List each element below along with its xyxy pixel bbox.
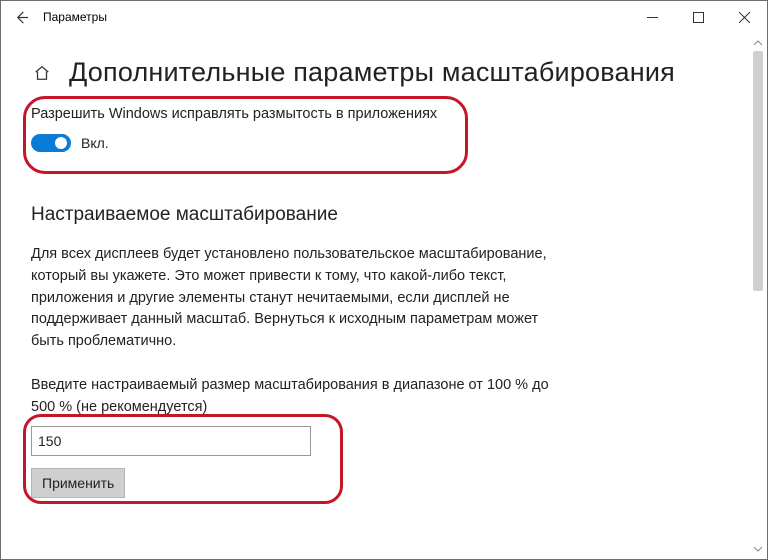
fix-blurry-toggle-row: Вкл. xyxy=(31,134,737,152)
custom-scaling-input-label: Введите настраиваемый размер масштабиров… xyxy=(31,375,571,419)
home-icon[interactable] xyxy=(31,62,53,84)
custom-scale-input[interactable] xyxy=(31,426,311,456)
titlebar: Параметры xyxy=(1,1,767,33)
apply-button[interactable]: Применить xyxy=(31,468,125,498)
scroll-up-arrow[interactable] xyxy=(751,35,765,51)
vertical-scrollbar[interactable] xyxy=(751,35,765,557)
fix-blurry-section: Разрешить Windows исправлять размытость … xyxy=(31,106,737,152)
page-title: Дополнительные параметры масштабирования xyxy=(69,57,675,88)
fix-blurry-heading: Разрешить Windows исправлять размытость … xyxy=(31,106,737,122)
custom-scaling-input-row: Применить xyxy=(31,426,737,498)
close-button[interactable] xyxy=(721,1,767,33)
app-title: Параметры xyxy=(43,10,107,24)
content-area: Дополнительные параметры масштабирования… xyxy=(1,33,767,518)
scroll-down-arrow[interactable] xyxy=(751,541,765,557)
minimize-button[interactable] xyxy=(629,1,675,33)
page-header: Дополнительные параметры масштабирования xyxy=(31,57,737,88)
maximize-button[interactable] xyxy=(675,1,721,33)
scrollbar-thumb[interactable] xyxy=(753,51,763,291)
back-button[interactable] xyxy=(1,1,41,33)
scrollbar-track[interactable] xyxy=(751,51,765,541)
minimize-icon xyxy=(647,12,658,23)
toggle-state-label: Вкл. xyxy=(81,135,109,151)
fix-blurry-toggle[interactable] xyxy=(31,134,71,152)
toggle-knob xyxy=(55,137,67,149)
custom-scaling-heading: Настраиваемое масштабирование xyxy=(31,204,737,226)
custom-scaling-description: Для всех дисплеев будет установлено поль… xyxy=(31,244,561,353)
arrow-left-icon xyxy=(14,10,29,25)
maximize-icon xyxy=(693,12,704,23)
close-icon xyxy=(739,12,750,23)
